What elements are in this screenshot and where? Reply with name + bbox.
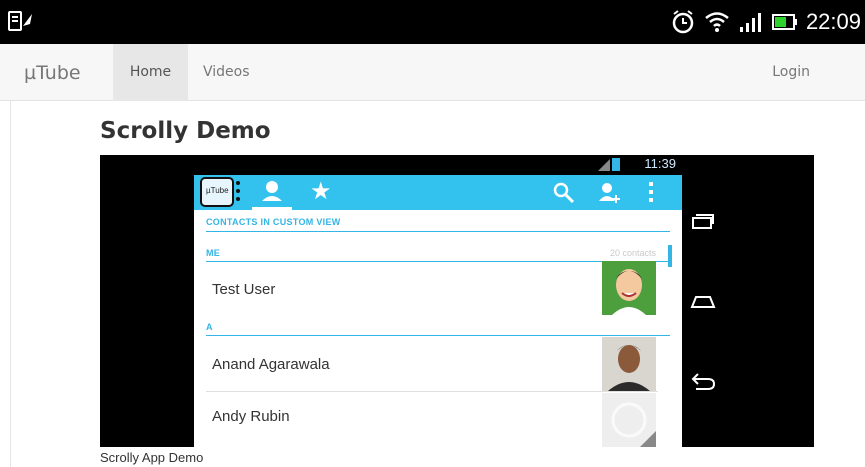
wifi-icon bbox=[704, 9, 730, 35]
star-icon[interactable]: ★ bbox=[310, 178, 332, 206]
app-logo[interactable]: µTube bbox=[200, 177, 234, 207]
contact-name: Andy Rubin bbox=[212, 408, 290, 425]
alarm-icon bbox=[670, 9, 696, 35]
person-icon bbox=[262, 181, 282, 201]
inner-battery-icon bbox=[612, 158, 620, 171]
page-title: Scrolly Demo bbox=[100, 118, 271, 144]
signal-icon bbox=[738, 9, 764, 35]
avatar bbox=[602, 337, 656, 391]
page-border bbox=[10, 101, 11, 467]
divider bbox=[206, 231, 670, 232]
recents-icon[interactable] bbox=[692, 213, 714, 229]
android-screen: 11:39 µTube ★ CONTACTS IN CUSTOM VIEW ME… bbox=[194, 155, 682, 447]
inner-signal-icon bbox=[598, 159, 610, 171]
back-icon[interactable] bbox=[690, 373, 716, 391]
scrollbar-thumb[interactable] bbox=[668, 245, 672, 267]
tab-contacts[interactable] bbox=[250, 177, 294, 210]
brand-link[interactable]: µTube bbox=[24, 62, 81, 84]
phone-status-bar: 22:09 bbox=[0, 0, 865, 44]
avatar bbox=[602, 261, 656, 315]
nav-item-videos[interactable]: Videos bbox=[203, 44, 250, 101]
avatar bbox=[602, 393, 656, 447]
section-me-label: ME bbox=[206, 248, 221, 258]
divider bbox=[206, 391, 658, 392]
divider bbox=[206, 335, 670, 336]
inner-status-time: 11:39 bbox=[644, 156, 676, 171]
battery-icon bbox=[771, 9, 798, 35]
nav-item-home[interactable]: Home bbox=[113, 44, 188, 101]
status-time: 22:09 bbox=[805, 9, 861, 34]
contacts-header: CONTACTS IN CUSTOM VIEW bbox=[206, 217, 341, 227]
overflow-menu-icon[interactable] bbox=[649, 182, 653, 202]
divider bbox=[206, 261, 670, 262]
inner-status-bar: 11:39 bbox=[194, 155, 682, 175]
video-caption: Scrolly App Demo bbox=[100, 450, 204, 465]
contact-name: Test User bbox=[212, 281, 276, 298]
contact-count: 20 contacts bbox=[609, 248, 656, 258]
video-player[interactable]: 11:39 µTube ★ CONTACTS IN CUSTOM VIEW ME… bbox=[100, 155, 814, 447]
login-link[interactable]: Login bbox=[772, 44, 810, 101]
drag-handle-icon[interactable] bbox=[236, 181, 240, 203]
app-action-bar: µTube ★ bbox=[194, 175, 682, 210]
add-contact-icon[interactable] bbox=[597, 181, 621, 205]
app-logo-text: µTube bbox=[206, 186, 229, 195]
search-icon[interactable] bbox=[552, 181, 576, 205]
sim-icon bbox=[8, 10, 34, 34]
contact-name: Anand Agarawala bbox=[212, 356, 330, 373]
section-a-label: A bbox=[206, 322, 213, 332]
top-navbar: µTube Home Videos Login bbox=[0, 44, 865, 101]
home-icon[interactable] bbox=[690, 293, 716, 309]
